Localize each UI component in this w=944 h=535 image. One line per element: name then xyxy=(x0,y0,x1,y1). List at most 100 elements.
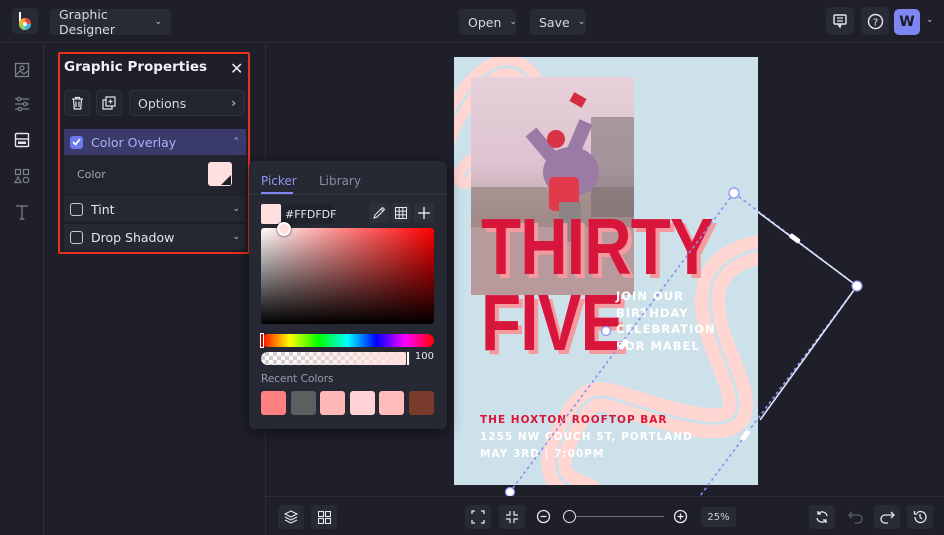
chevron-down-icon: ⌄ xyxy=(154,17,162,27)
fit-screen-button[interactable] xyxy=(465,505,491,529)
headline-five[interactable]: FIVE xyxy=(481,283,624,363)
recent-color-swatch[interactable] xyxy=(408,391,434,415)
options-button[interactable]: Options › xyxy=(129,90,245,116)
color-overlay-checkbox[interactable] xyxy=(70,135,83,149)
zoom-slider-handle[interactable] xyxy=(563,510,576,523)
open-button[interactable]: Open ⌄ xyxy=(459,9,517,35)
properties-panel xyxy=(44,44,266,535)
saturation-value-area[interactable] xyxy=(261,228,434,324)
chevron-down-icon: ⌄ xyxy=(509,17,517,27)
invite-text[interactable]: JOIN OUR BIRTHDAY CELEBRATION FOR MABEL xyxy=(616,288,716,354)
graphics-icon xyxy=(14,132,30,148)
recent-colors-label: Recent Colors xyxy=(261,373,334,385)
fullscreen-icon xyxy=(471,510,485,524)
drop-shadow-checkbox[interactable] xyxy=(70,230,83,244)
recent-color-swatch[interactable] xyxy=(379,391,404,415)
options-label: Options xyxy=(138,95,187,111)
layers-button[interactable] xyxy=(278,505,304,529)
zoom-out-icon[interactable] xyxy=(536,509,551,528)
open-label: Open xyxy=(468,14,502,30)
help-button[interactable]: ? xyxy=(861,7,889,35)
sidebar-item-image[interactable] xyxy=(12,60,32,80)
add-color-button[interactable] xyxy=(414,203,434,223)
grid-view-button[interactable] xyxy=(311,505,337,529)
shapes-icon xyxy=(14,168,30,184)
layers-icon xyxy=(284,510,298,524)
venue-text[interactable]: THE HOXTON ROOFTOP BAR xyxy=(480,412,668,429)
sidebar-item-text[interactable] xyxy=(12,202,32,222)
hue-slider[interactable] xyxy=(261,334,434,347)
recent-color-swatch[interactable] xyxy=(349,391,375,415)
trash-icon xyxy=(71,96,83,110)
zoom-slider-track[interactable] xyxy=(564,516,664,517)
invite-line: JOIN OUR xyxy=(616,289,684,303)
checkmark-icon xyxy=(72,138,81,146)
tool-sidebar xyxy=(0,44,44,535)
chevron-up-icon: ⌃ xyxy=(232,137,240,147)
section-label: Drop Shadow xyxy=(91,229,175,245)
chevron-down-icon: ⌄ xyxy=(232,204,240,214)
section-tint[interactable]: Tint ⌄ xyxy=(64,196,246,222)
overlay-color-swatch[interactable] xyxy=(208,162,232,186)
sidebar-item-shapes[interactable] xyxy=(12,166,32,186)
design-document[interactable]: THIRTY FIVE JOIN OUR BIRTHDAY CELEBRATIO… xyxy=(454,57,758,485)
zoom-in-icon[interactable] xyxy=(673,509,688,528)
history-button[interactable] xyxy=(907,505,933,529)
recent-color-swatch[interactable] xyxy=(320,391,345,415)
zoom-level[interactable]: 25% xyxy=(701,507,736,527)
chevron-down-icon: ⌄ xyxy=(577,17,586,27)
top-bar: Graphic Designer ⌄ Open ⌄ Save ⌄ ? W ⌄ xyxy=(0,0,944,43)
tab-picker[interactable]: Picker xyxy=(261,174,297,188)
comment-icon xyxy=(833,14,847,29)
tint-checkbox[interactable] xyxy=(70,202,83,216)
hex-input[interactable]: #FFDFDF xyxy=(282,204,336,224)
close-icon[interactable]: ✕ xyxy=(230,59,243,78)
color-picker-popover: Picker Library #FFDFDF 100 Recent Colors xyxy=(249,161,447,429)
eyedropper-button[interactable] xyxy=(369,203,389,223)
sidebar-item-adjustments[interactable] xyxy=(12,94,32,114)
chevron-down-icon: ⌄ xyxy=(232,232,240,242)
eyedropper-icon xyxy=(373,207,385,219)
invite-line: BIRTHDAY xyxy=(616,305,689,320)
history-icon xyxy=(913,510,927,524)
datetime-text[interactable]: MAY 3RD | 7:00PM xyxy=(480,446,604,463)
plus-icon xyxy=(418,207,430,219)
refresh-icon xyxy=(816,511,828,523)
refresh-button[interactable] xyxy=(809,505,835,529)
opacity-value[interactable]: 100 xyxy=(410,351,434,362)
hue-slider-handle[interactable] xyxy=(260,333,264,348)
save-button[interactable]: Save ⌄ xyxy=(530,9,586,35)
recent-color-swatch[interactable] xyxy=(290,391,316,415)
sidebar-item-graphics[interactable] xyxy=(12,130,32,150)
palette-grid-button[interactable] xyxy=(391,203,411,223)
shrink-icon xyxy=(506,511,518,523)
tab-library[interactable]: Library xyxy=(319,174,361,188)
help-icon: ? xyxy=(867,13,883,29)
image-icon xyxy=(14,62,30,78)
mode-dropdown[interactable]: Graphic Designer ⌄ xyxy=(50,7,171,37)
sv-picker-knob[interactable] xyxy=(277,222,291,236)
panel-title: Graphic Properties xyxy=(64,59,208,75)
adjustments-icon xyxy=(15,96,29,112)
app-logo[interactable] xyxy=(12,8,38,34)
invite-line: FOR MABEL xyxy=(616,338,700,353)
delete-button[interactable] xyxy=(64,90,90,116)
redo-icon xyxy=(879,511,895,524)
redo-button[interactable] xyxy=(874,505,900,529)
text-icon xyxy=(16,205,28,220)
headline-thirty[interactable]: THIRTY xyxy=(481,207,714,287)
duplicate-icon xyxy=(102,96,116,110)
opacity-slider[interactable] xyxy=(261,352,410,365)
save-label: Save xyxy=(539,14,570,30)
address-text[interactable]: 1255 NW COUCH ST, PORTLAND xyxy=(480,429,693,446)
section-drop-shadow[interactable]: Drop Shadow ⌄ xyxy=(64,224,246,250)
duplicate-button[interactable] xyxy=(96,90,122,116)
comments-button[interactable] xyxy=(826,7,854,35)
recent-color-swatch[interactable] xyxy=(261,391,286,415)
account-chevron-icon[interactable]: ⌄ xyxy=(926,15,934,25)
user-avatar[interactable]: W xyxy=(894,9,920,35)
color-label: Color xyxy=(77,168,106,181)
section-color-overlay[interactable]: Color Overlay ⌃ xyxy=(64,129,246,155)
undo-icon[interactable] xyxy=(848,509,863,528)
shrink-button[interactable] xyxy=(499,505,525,529)
